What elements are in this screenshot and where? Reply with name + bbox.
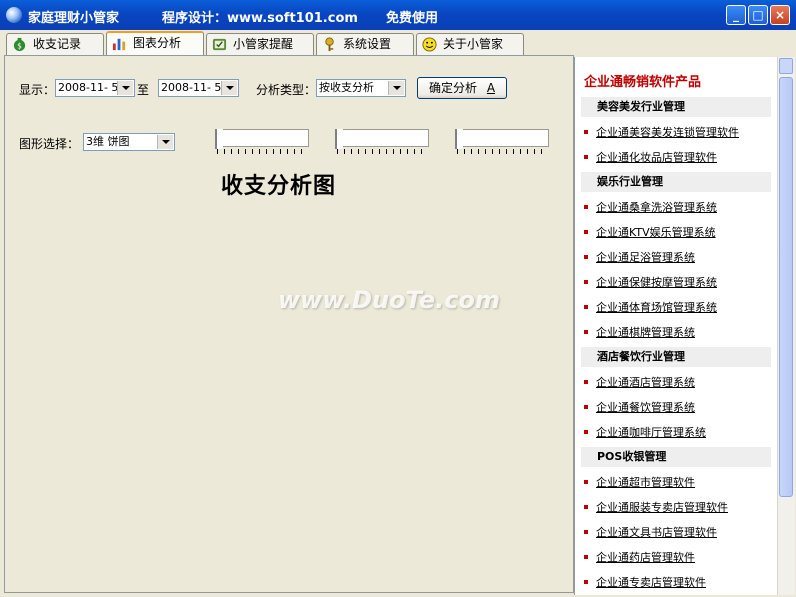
sidebar-product-link[interactable]: 企业通餐饮管理系统 — [584, 399, 695, 415]
slider-track — [339, 129, 429, 147]
sidebar-category: 酒店餐饮行业管理 — [581, 347, 771, 367]
display-label: 显示： — [19, 83, 56, 97]
chevron-down-icon[interactable] — [388, 81, 404, 95]
sidebar-category: POS收银管理 — [581, 447, 771, 467]
maximize-button[interactable]: □ — [748, 5, 768, 25]
app-window: 家庭理财小管家 程序设计：www.soft101.com 免费使用 _ □ × … — [0, 0, 796, 597]
app-title: 家庭理财小管家 — [28, 11, 120, 26]
designer-credit: 程序设计：www.soft101.com — [162, 11, 358, 26]
tab-label: 图表分析 — [133, 36, 182, 50]
analysis-type-label: 分析类型： — [256, 83, 317, 97]
watermark: www.DuoTe.com — [278, 286, 500, 314]
svg-text:$: $ — [17, 41, 22, 50]
chart-type-label: 图形选择： — [19, 137, 80, 151]
tab-settings[interactable]: 系统设置 — [316, 33, 414, 55]
money-bag-icon: $ — [13, 37, 26, 52]
analysis-type-value: 按收支分析 — [319, 81, 374, 94]
tab-label: 小管家提醒 — [233, 37, 294, 51]
slider-ticks — [337, 149, 427, 154]
chart-type-select[interactable]: 3维 饼图 — [83, 133, 175, 151]
slider-track — [459, 129, 549, 147]
tab-chart-analysis[interactable]: 图表分析 — [106, 31, 204, 56]
slider-track — [219, 129, 309, 147]
sidebar-product-link[interactable]: 企业通棋牌管理系统 — [584, 324, 695, 340]
depth-slider[interactable] — [455, 129, 550, 157]
sidebar-product-link[interactable]: 企业通美容美发连锁管理软件 — [584, 124, 739, 140]
chart-title: 收支分析图 — [221, 173, 337, 199]
sidebar-product-link[interactable]: 企业通体育场馆管理系统 — [584, 299, 717, 315]
elevation-slider[interactable] — [335, 129, 430, 157]
sidebar-product-link[interactable]: 企业通保健按摩管理系统 — [584, 274, 717, 290]
to-date-value: 2008-11- 5 — [161, 81, 222, 94]
product-sidebar: 企业通畅销软件产品 美容美发行业管理企业通美容美发连锁管理软件 企业通化妆品店管理… — [574, 57, 777, 595]
chevron-down-icon[interactable] — [157, 135, 173, 149]
tab-label: 关于小管家 — [443, 37, 504, 51]
minimize-button[interactable]: _ — [726, 5, 746, 25]
analysis-panel: 显示： 2008-11- 5 至 2008-11- 5 分析类型： 按收支分析 … — [4, 55, 574, 593]
slider-ticks — [217, 149, 307, 154]
analysis-type-select[interactable]: 按收支分析 — [316, 79, 406, 97]
slider-ticks — [457, 149, 547, 154]
sidebar-product-link[interactable]: 企业通足浴管理系统 — [584, 249, 695, 265]
to-label: 至 — [137, 83, 150, 97]
tab-label: 收支记录 — [33, 37, 82, 51]
close-button[interactable]: × — [770, 5, 790, 25]
confirm-analysis-label: 确定分析 — [428, 81, 477, 95]
chevron-down-icon[interactable] — [221, 81, 237, 95]
tab-about[interactable]: 关于小管家 — [416, 33, 524, 55]
sidebar-product-link[interactable]: 企业通化妆品店管理软件 — [584, 149, 717, 165]
scroll-thumb[interactable] — [779, 77, 793, 497]
sidebar-product-link[interactable]: 企业通专卖店管理软件 — [584, 574, 706, 590]
sidebar-product-link[interactable]: 企业通酒店管理系统 — [584, 374, 695, 390]
app-icon[interactable] — [6, 7, 22, 23]
slider-thumb[interactable] — [335, 129, 343, 149]
sidebar-product-link[interactable]: 企业通桑拿洗浴管理系统 — [584, 199, 717, 215]
sidebar-product-link[interactable]: 企业通服装专卖店管理软件 — [584, 499, 728, 515]
settings-icon — [325, 37, 334, 52]
sidebar-product-link[interactable]: 企业通文具书店管理软件 — [584, 524, 717, 540]
tab-label: 系统设置 — [343, 37, 392, 51]
confirm-analysis-button[interactable]: 确定分析 A — [417, 77, 507, 99]
smiley-icon — [422, 37, 437, 52]
sidebar-product-link[interactable]: 企业通药店管理软件 — [584, 549, 695, 565]
sidebar-category: 娱乐行业管理 — [581, 172, 771, 192]
title-bar[interactable]: 家庭理财小管家 程序设计：www.soft101.com 免费使用 _ □ × — [0, 0, 796, 30]
chart-type-value: 3维 饼图 — [86, 135, 130, 148]
sidebar-scrollbar[interactable] — [777, 57, 795, 595]
scroll-up-button[interactable] — [779, 58, 793, 74]
bar-chart-icon — [112, 38, 126, 51]
confirm-accel-key: A — [486, 81, 496, 95]
sidebar-heading: 企业通畅销软件产品 — [584, 75, 702, 90]
reminder-icon — [212, 38, 227, 51]
slider-thumb[interactable] — [215, 129, 223, 149]
sidebar-product-link[interactable]: 企业通KTV娱乐管理系统 — [584, 224, 716, 240]
sidebar-category: 美容美发行业管理 — [581, 97, 771, 117]
rotation-slider[interactable] — [215, 129, 310, 157]
license-text: 免费使用 — [386, 11, 439, 26]
sidebar-product-link[interactable]: 企业通超市管理软件 — [584, 474, 695, 490]
to-date-picker[interactable]: 2008-11- 5 — [158, 79, 239, 97]
tab-reminders[interactable]: 小管家提醒 — [206, 33, 314, 55]
sidebar-product-link[interactable]: 企业通咖啡厅管理系统 — [584, 424, 706, 440]
from-date-picker[interactable]: 2008-11- 5 — [55, 79, 135, 97]
chevron-down-icon[interactable] — [117, 81, 133, 95]
tab-records[interactable]: $ 收支记录 — [6, 33, 104, 55]
from-date-value: 2008-11- 5 — [58, 81, 119, 94]
slider-thumb[interactable] — [455, 129, 463, 149]
